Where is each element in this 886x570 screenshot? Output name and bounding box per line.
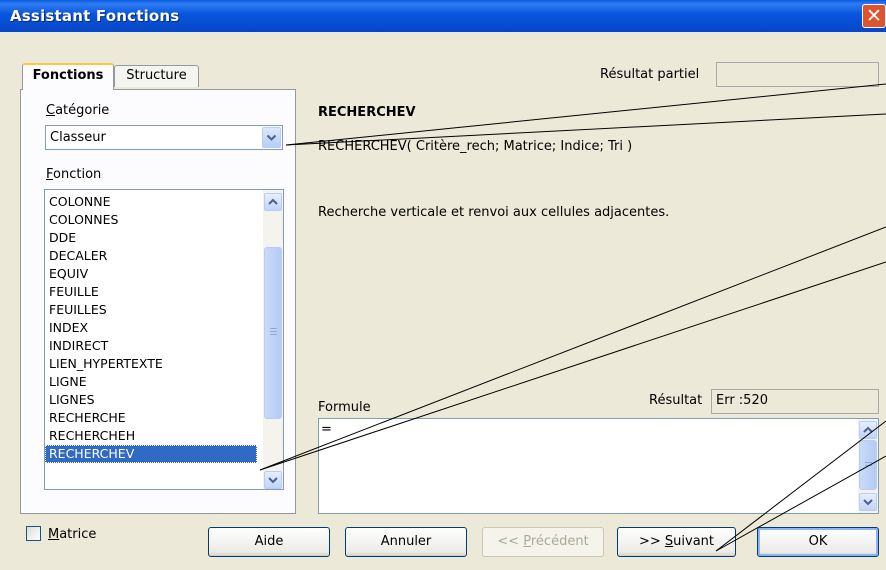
list-item[interactable]: DECALER xyxy=(45,247,257,265)
list-item[interactable]: COLONNES xyxy=(45,211,257,229)
thumb-grip xyxy=(270,331,277,332)
result-value: Err :520 xyxy=(716,393,768,408)
help-button[interactable]: Aide xyxy=(208,527,330,557)
formula-label: Formule xyxy=(318,400,371,415)
title-bar[interactable]: Assistant Fonctions ✕ xyxy=(0,0,886,32)
formula-scroll-down[interactable] xyxy=(859,493,877,511)
category-label-mnemonic: C xyxy=(46,103,56,118)
cancel-button[interactable]: Annuler xyxy=(345,527,467,557)
category-dropdown-button[interactable] xyxy=(262,127,281,148)
chevron-down-icon xyxy=(268,477,278,484)
category-label-rest: atégorie xyxy=(55,103,110,118)
list-item-selected[interactable]: RECHERCHEV xyxy=(45,445,257,463)
function-list-scrollbar[interactable] xyxy=(263,190,283,489)
function-wizard-dialog: Assistant Fonctions ✕ Fonctions Structur… xyxy=(0,0,886,570)
function-syntax: RECHERCHEV( Critère_rech; Matrice; Indic… xyxy=(318,139,633,154)
category-label: Catégorie xyxy=(46,103,109,118)
chevron-up-icon xyxy=(268,198,278,205)
list-item[interactable]: LIEN_HYPERTEXTE xyxy=(45,355,257,373)
list-item[interactable]: RECHERCHEH xyxy=(45,427,257,445)
partial-result-label: Résultat partiel xyxy=(600,67,700,82)
scroll-thumb[interactable] xyxy=(264,247,282,419)
matrix-label-rest: atrice xyxy=(59,527,97,542)
function-listbox[interactable]: COLONNE COLONNES DDE DECALER EQUIV FEUIL… xyxy=(44,189,284,490)
list-item[interactable]: FEUILLES xyxy=(45,301,257,319)
matrix-label: Matrice xyxy=(48,527,96,542)
formula-scroll-thumb[interactable] xyxy=(859,440,877,490)
close-button[interactable]: ✕ xyxy=(862,4,886,28)
list-item[interactable]: LIGNE xyxy=(45,373,257,391)
ok-button[interactable]: OK xyxy=(757,527,879,557)
thumb-grip xyxy=(270,334,277,335)
list-item[interactable]: RECHERCHE xyxy=(45,409,257,427)
function-label-rest: onction xyxy=(53,167,102,182)
result-field: Err :520 xyxy=(711,389,879,414)
list-item[interactable]: INDEX xyxy=(45,319,257,337)
formula-scroll-up[interactable] xyxy=(859,421,877,439)
thumb-grip xyxy=(270,328,277,329)
function-label-mnemonic: F xyxy=(46,167,54,182)
previous-button[interactable]: << Précédent xyxy=(482,527,604,557)
close-icon: ✕ xyxy=(866,5,882,27)
tab-structure[interactable]: Structure xyxy=(114,65,199,87)
function-description: Recherche verticale et renvoi aux cellul… xyxy=(318,205,670,220)
function-name: RECHERCHEV xyxy=(318,105,416,120)
chevron-up-icon xyxy=(863,426,873,433)
list-item[interactable]: COLONNE xyxy=(45,193,257,211)
thumb-grip xyxy=(865,462,872,463)
result-label: Résultat xyxy=(649,393,703,408)
list-item[interactable]: EQUIV xyxy=(45,265,257,283)
scroll-down-button[interactable] xyxy=(264,471,282,489)
formula-editor[interactable]: = xyxy=(318,418,879,514)
function-label: Fonction xyxy=(46,167,101,182)
list-item[interactable]: FEUILLE xyxy=(45,283,257,301)
partial-result-field xyxy=(716,62,879,87)
chevron-down-icon xyxy=(266,134,277,141)
matrix-checkbox[interactable] xyxy=(26,526,41,541)
next-button-mnemonic: S xyxy=(664,534,674,549)
thumb-grip xyxy=(865,465,872,466)
scroll-up-button[interactable] xyxy=(264,193,282,211)
tab-functions[interactable]: Fonctions xyxy=(22,63,114,90)
category-value: Classeur xyxy=(50,130,106,145)
matrix-label-mnemonic: M xyxy=(48,527,60,542)
formula-text[interactable]: = xyxy=(321,422,332,437)
previous-button-mnemonic: P xyxy=(523,534,531,549)
window-title: Assistant Fonctions xyxy=(10,7,180,25)
category-dropdown[interactable]: Classeur xyxy=(45,125,283,150)
list-item[interactable]: DDE xyxy=(45,229,257,247)
list-item[interactable]: INDIRECT xyxy=(45,337,257,355)
next-button[interactable]: >> Suivant xyxy=(617,527,736,557)
list-item[interactable]: LIGNES xyxy=(45,391,257,409)
formula-scrollbar[interactable] xyxy=(858,419,878,513)
chevron-down-icon xyxy=(863,499,873,506)
